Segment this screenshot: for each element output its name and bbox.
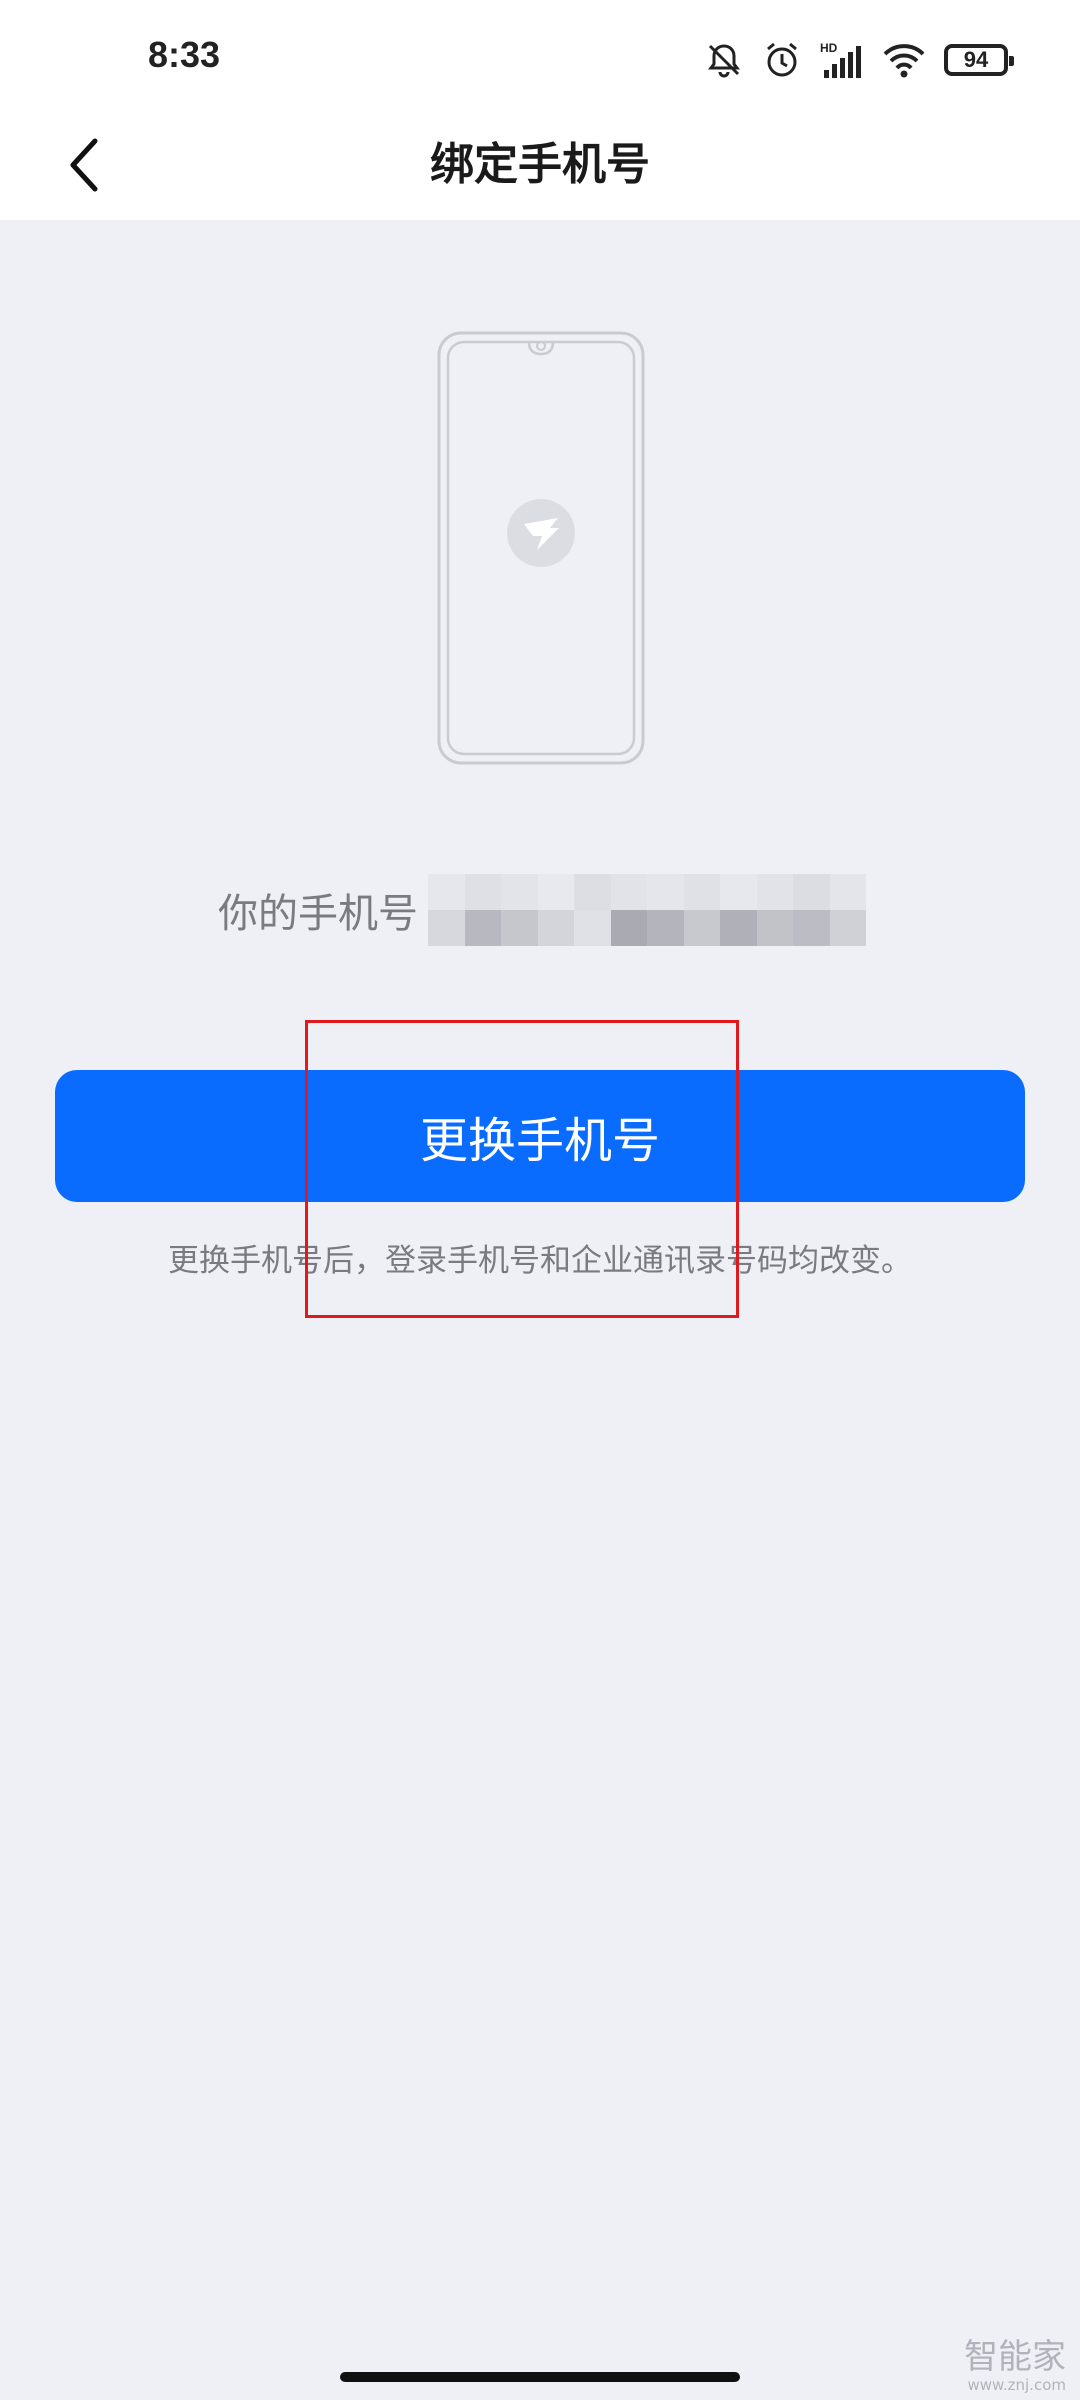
status-icons: HD 94 (704, 36, 1014, 84)
hd-signal-icon: HD (820, 40, 864, 80)
page-title: 绑定手机号 (430, 139, 650, 190)
phone-number-label: 你的手机号 (218, 891, 418, 937)
alarm-icon (762, 40, 802, 80)
bell-off-icon (704, 40, 744, 80)
watermark-main: 智能家 (964, 2337, 1066, 2377)
change-phone-button[interactable]: 更换手机号 (55, 1070, 1025, 1202)
svg-text:HD: HD (820, 41, 838, 55)
home-indicator[interactable] (340, 2372, 740, 2382)
bind-phone-screen: 8:33 HD 94 绑定手机号 你的手机号 更换手机号 更换手机号后，登录手机… (0, 0, 1080, 2400)
watermark: 智能家 www.znj.com (964, 2340, 1066, 2393)
phone-number-row: 你的手机号 (218, 870, 866, 950)
status-bar: 8:33 HD 94 (0, 0, 1080, 110)
battery-indicator: 94 (944, 44, 1014, 76)
hint-text: 更换手机号后，登录手机号和企业通讯录号码均改变。 (168, 1243, 912, 1279)
phone-illustration (436, 330, 646, 766)
status-time: 8:33 (148, 34, 221, 75)
nav-bar: 绑定手机号 (0, 110, 1080, 220)
phone-number-masked (428, 874, 866, 946)
phone-app-logo-icon (507, 499, 575, 567)
wifi-icon (882, 40, 926, 80)
watermark-sub: www.znj.com (967, 2376, 1066, 2394)
